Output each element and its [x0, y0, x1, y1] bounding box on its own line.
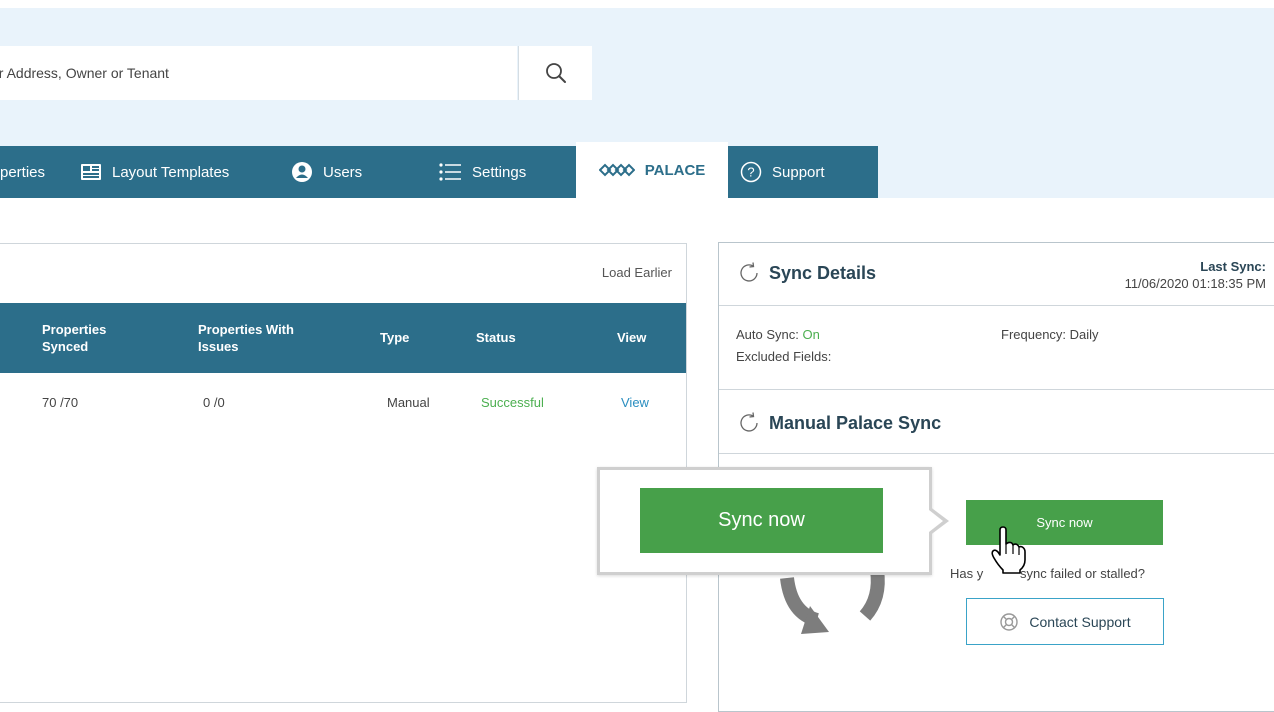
column-header: Properties Synced	[42, 322, 107, 354]
last-sync-value: 11/06/2020 01:18:35 PM	[1124, 276, 1266, 291]
nav-item-settings[interactable]: Settings	[438, 146, 526, 198]
divider	[719, 453, 1274, 454]
status-badge: Successful	[481, 395, 544, 410]
nav-item-label: Support	[772, 163, 825, 181]
support-icon	[999, 612, 1019, 632]
search-icon	[545, 63, 566, 83]
sync-now-label: Sync now	[1036, 515, 1093, 530]
help-text-suffix: sync failed or stalled?	[1020, 566, 1146, 581]
manual-sync-title-text: Manual Palace Sync	[769, 412, 942, 433]
nav-item-layout-templates[interactable]: Layout Templates	[80, 146, 229, 198]
refresh-icon	[737, 261, 761, 285]
main-nav: perties Layout Templates Users Settings …	[0, 142, 878, 198]
auto-sync-label: Auto Sync:	[736, 327, 799, 342]
list-icon	[438, 162, 462, 182]
column-header: Type	[380, 330, 410, 345]
sync-details-title-text: Sync Details	[769, 262, 877, 283]
auto-sync-status: Auto Sync: On	[736, 327, 820, 342]
column-header: Properties With Issues	[198, 322, 294, 354]
view-link[interactable]: View	[621, 395, 649, 410]
cell-issues: 0 /0	[203, 395, 225, 410]
nav-item-label: Settings	[472, 163, 527, 181]
hand-cursor-icon	[991, 526, 1026, 574]
user-icon	[291, 161, 313, 183]
nav-item-label: Users	[323, 163, 363, 181]
callout-arrow-inner	[929, 510, 943, 532]
nav-item-support[interactable]: ? Support	[740, 146, 825, 198]
layout-icon	[80, 163, 102, 181]
load-earlier-link[interactable]: Load Earlier	[602, 265, 672, 280]
help-text: Has y	[950, 566, 983, 581]
frequency-text: Frequency: Daily	[1001, 327, 1099, 342]
divider	[719, 305, 1274, 306]
search-input[interactable]	[0, 46, 508, 100]
last-sync-label: Last Sync:	[1200, 259, 1266, 274]
column-header: Status	[476, 330, 516, 345]
help-icon: ?	[740, 161, 762, 183]
nav-item-label: Layout Templates	[112, 163, 230, 181]
excluded-fields: Excluded Fields:	[736, 349, 832, 364]
nav-item-label: PALACE	[644, 161, 706, 179]
auto-sync-value: On	[802, 327, 820, 342]
nav-item-properties[interactable]: perties	[0, 146, 45, 198]
cell-synced: 70 /70	[42, 395, 79, 410]
manual-sync-title: Manual Palace Sync	[737, 411, 941, 435]
help-text-prefix: Has y	[950, 566, 984, 581]
callout-sync-now-button[interactable]: Sync now	[640, 488, 883, 553]
cell-type: Manual	[387, 395, 430, 410]
refresh-icon	[737, 411, 761, 435]
svg-text:?: ?	[747, 165, 754, 180]
column-header: View	[617, 330, 647, 345]
table-header: Properties Synced Properties With Issues…	[0, 303, 686, 373]
sync-history-panel: Load Earlier Properties Synced Propertie…	[0, 243, 687, 703]
sync-details-title: Sync Details	[737, 261, 876, 285]
nav-item-label: perties	[0, 163, 46, 181]
callout-tooltip: Sync now	[597, 467, 932, 575]
callout-sync-now-label: Sync now	[718, 509, 805, 531]
palace-logo-icon	[598, 162, 635, 178]
contact-support-label: Contact Support	[1029, 613, 1131, 630]
nav-item-palace[interactable]: PALACE	[576, 142, 728, 198]
divider	[719, 389, 1274, 390]
search-button[interactable]	[518, 46, 592, 100]
search-box	[0, 46, 517, 100]
contact-support-button[interactable]: Contact Support	[966, 598, 1164, 645]
nav-item-users[interactable]: Users	[291, 146, 362, 198]
